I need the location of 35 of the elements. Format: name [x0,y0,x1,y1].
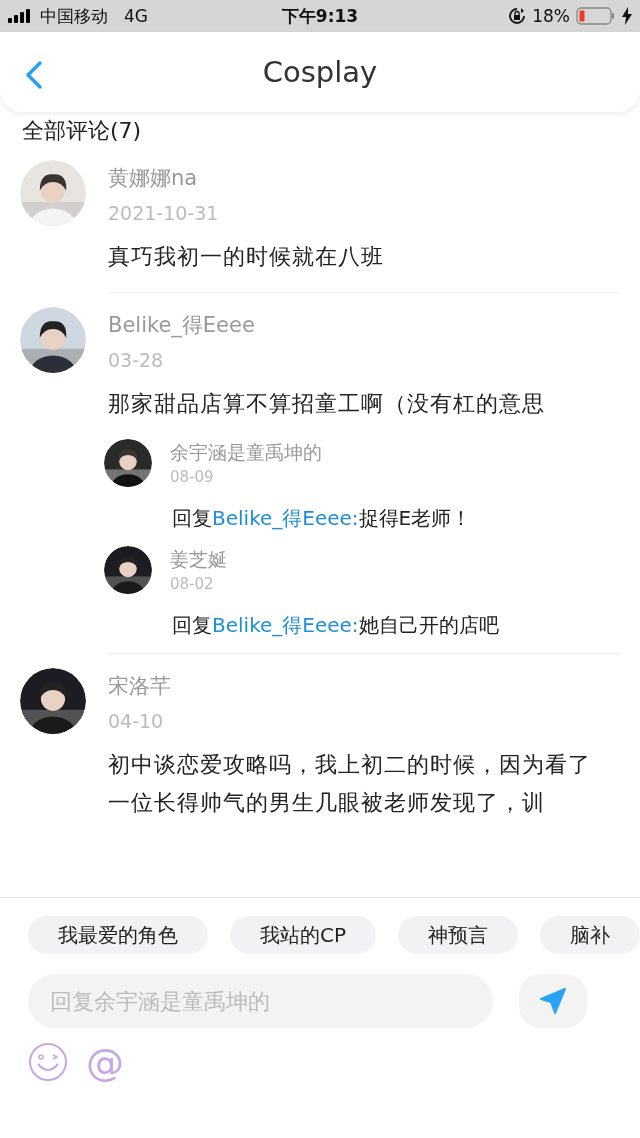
comment-author: 黄娜娜na [108,165,199,192]
topic-tag[interactable]: 我站的CP [230,916,377,954]
reply-input[interactable]: 回复余宇涵是童禹坤的 [28,974,493,1028]
reply-text: 回复Belike_得Eeee:她自己开的店吧 [172,612,500,639]
charging-icon [622,7,632,25]
carrier-name: 中国移动 [40,4,108,28]
comment-date: 03-28 [108,349,165,371]
reply-author: 余宇涵是童禹坤的 [170,440,322,465]
topic-tag[interactable]: 神预言 [398,916,519,954]
comment-date: 2021-10-31 [108,202,219,224]
comment-author: Belike_得Eeee [108,312,255,339]
reply-text: 回复Belike_得Eeee:捉得E老师！ [172,505,473,532]
comment-text: 真巧我初一的时候就在八班 [108,243,385,271]
emoji-icon[interactable] [28,1042,68,1082]
reply-date: 08-02 [170,575,215,593]
clock-time: 下午9:13 [281,4,359,28]
mention-link[interactable]: Belike_得Eeee: [212,506,359,530]
network-type: 4G [124,6,148,26]
comment-author: 宋洛芊 [108,673,171,700]
back-icon [24,60,44,90]
comment-text: 那家甜品店算不算招童工啊（没有杠的意思 [108,390,546,418]
page-title: Cosplay [262,55,378,89]
reply-author: 姜芝娫 [170,547,227,572]
reply-date: 08-09 [170,468,215,486]
rotation-lock-icon [508,7,527,25]
mention-link[interactable]: Belike_得Eeee: [212,613,359,637]
topic-tag[interactable]: 脑补 [540,916,640,954]
battery-percent: 18% [532,6,570,26]
comments-heading: 全部评论(7) [21,117,142,145]
comment-text: 初中谈恋爱攻略吗，我上初二的时候，因为看了一位长得帅气的男生几眼被老师发现了，训 [108,751,592,817]
topic-tag[interactable]: 我最爱的角色 [28,916,208,954]
battery-icon [576,7,616,25]
send-icon [539,987,567,1015]
comment-date: 04-10 [108,710,165,732]
send-button[interactable] [519,974,587,1028]
